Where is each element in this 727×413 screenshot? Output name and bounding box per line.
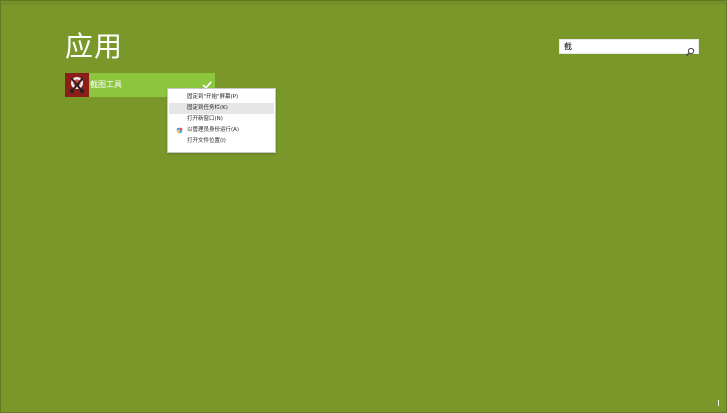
app-tile-label: 截图工具 (90, 80, 122, 89)
top-strip (1, 1, 726, 5)
menu-item-label: 固定到任务栏(K) (187, 105, 228, 111)
menu-item-pin-to-start[interactable]: 固定到"开始"屏幕(P) (169, 92, 274, 103)
check-icon (202, 75, 212, 89)
page-title: 应用 (65, 30, 124, 63)
shield-icon (176, 127, 183, 134)
menu-item-label: 固定到"开始"屏幕(P) (187, 94, 239, 100)
menu-item-label: 打开文件位置(I) (187, 138, 226, 144)
menu-item-open-new-window[interactable]: 打开新窗口(N) (169, 114, 274, 125)
start-apps-screen: 应用 截图工具 (0, 0, 727, 413)
menu-item-pin-to-taskbar[interactable]: 固定到任务栏(K) (169, 103, 274, 114)
search-box[interactable] (559, 39, 699, 56)
menu-item-label: 以管理员身份运行(A) (187, 127, 240, 133)
context-menu: 固定到"开始"屏幕(P) 固定到任务栏(K) 打开新窗口(N) 以管理员身份运行… (167, 88, 276, 153)
scissors-app-icon (65, 73, 89, 97)
menu-item-label: 打开新窗口(N) (187, 116, 223, 122)
menu-item-open-file-location[interactable]: 打开文件位置(I) (169, 136, 274, 147)
search-input[interactable] (562, 40, 682, 53)
menu-item-run-as-admin[interactable]: 以管理员身份运行(A) (169, 125, 274, 136)
corner-indicator (718, 400, 719, 406)
search-icon[interactable] (685, 42, 695, 56)
